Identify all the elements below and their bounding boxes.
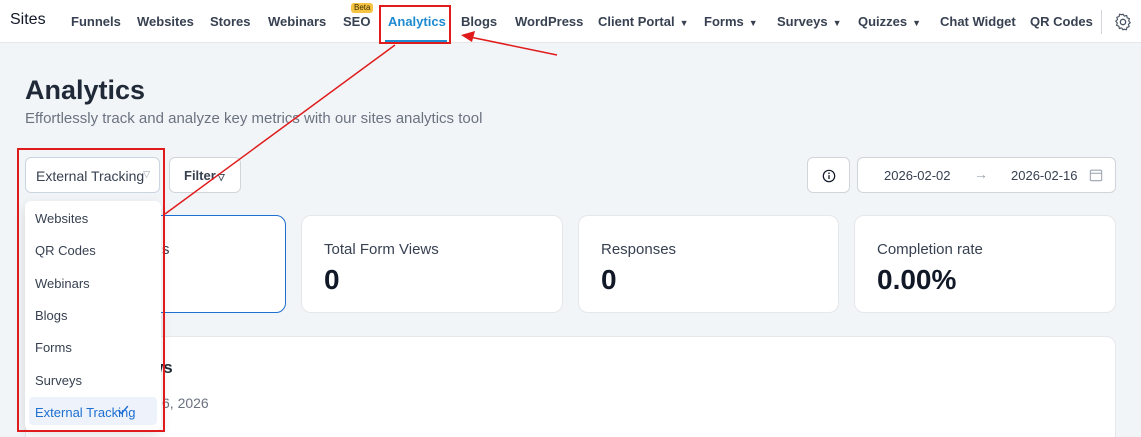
- nav-websites-label: Websites: [137, 14, 194, 29]
- chart-panel: [25, 336, 1116, 437]
- date-start: 2026-02-02: [884, 168, 951, 183]
- annotation-box-analytics: [379, 5, 451, 44]
- nav-funnels-label: Funnels: [71, 14, 121, 29]
- gear-icon[interactable]: [1113, 12, 1133, 32]
- nav-chat-widget[interactable]: Chat Widget: [940, 14, 1016, 29]
- nav-forms-label: Forms: [704, 14, 744, 29]
- metric-value: 0.00%: [877, 264, 957, 295]
- metric-label: Responses: [601, 241, 677, 258]
- nav-surveys-label: Surveys: [777, 14, 828, 29]
- chevron-down-icon: ▼: [679, 18, 689, 28]
- nav-quizzes[interactable]: Quizzes ▼: [858, 14, 921, 29]
- chevron-down-icon: ▼: [912, 18, 922, 28]
- nav-webinars[interactable]: Webinars: [268, 14, 326, 29]
- chevron-down-icon: ▼: [748, 18, 758, 28]
- nav-client-portal-label: Client Portal: [598, 14, 675, 29]
- metric-card-total-form-views[interactable]: Total Form Views 0: [301, 215, 563, 313]
- metric-value: 0: [601, 264, 617, 295]
- chevron-down-icon: ▽: [217, 172, 225, 182]
- date-end: 2026-02-16: [1011, 168, 1078, 183]
- nav-wordpress-label: WordPress: [515, 14, 584, 29]
- filter-button-label: Filter: [184, 168, 216, 183]
- nav-divider: [1101, 10, 1102, 34]
- filter-button[interactable]: Filter ▽: [169, 157, 241, 193]
- nav-funnels[interactable]: Funnels: [71, 14, 121, 29]
- nav-seo[interactable]: SEO: [343, 14, 370, 29]
- nav-forms[interactable]: Forms ▼: [704, 14, 758, 29]
- nav-chat-widget-label: Chat Widget: [940, 14, 1016, 29]
- date-range-picker[interactable]: 2026-02-02 → 2026-02-16: [857, 157, 1116, 193]
- brand-title: Sites: [10, 11, 46, 28]
- nav-quizzes-label: Quizzes: [858, 14, 908, 29]
- chart-panel-date: 6, 2026: [162, 395, 209, 411]
- metric-label: Total Form Views: [324, 241, 439, 258]
- metric-card-completion-rate[interactable]: Completion rate 0.00%: [854, 215, 1116, 313]
- annotation-box-dropdown: [17, 148, 165, 432]
- page-title: Analytics: [25, 75, 146, 105]
- nav-client-portal[interactable]: Client Portal ▼: [598, 14, 689, 29]
- chevron-down-icon: ▼: [832, 18, 842, 28]
- metric-card-responses[interactable]: Responses 0: [578, 215, 839, 313]
- info-icon: [822, 169, 836, 183]
- nav-wordpress[interactable]: WordPress: [515, 14, 583, 29]
- nav-surveys[interactable]: Surveys ▼: [777, 14, 842, 29]
- calendar-icon: [1089, 169, 1103, 182]
- beta-badge: Beta: [351, 3, 374, 13]
- metric-value: 0: [324, 264, 340, 295]
- nav-blogs-label: Blogs: [461, 14, 498, 29]
- metric-label: Completion rate: [877, 241, 983, 258]
- page-subtitle: Effortlessly track and analyze key metri…: [25, 110, 483, 127]
- nav-stores-label: Stores: [210, 14, 251, 29]
- info-button[interactable]: [807, 157, 850, 193]
- nav-websites[interactable]: Websites: [137, 14, 194, 29]
- arrow-right-icon: →: [974, 166, 988, 182]
- top-navigation: Sites Funnels Websites Stores Webinars S…: [0, 0, 1141, 43]
- nav-qr-codes-label: QR Codes: [1030, 14, 1093, 29]
- nav-qr-codes[interactable]: QR Codes: [1030, 14, 1093, 29]
- nav-seo-label: SEO: [343, 14, 371, 29]
- nav-blogs[interactable]: Blogs: [461, 14, 497, 29]
- nav-stores[interactable]: Stores: [210, 14, 250, 29]
- nav-webinars-label: Webinars: [268, 14, 327, 29]
